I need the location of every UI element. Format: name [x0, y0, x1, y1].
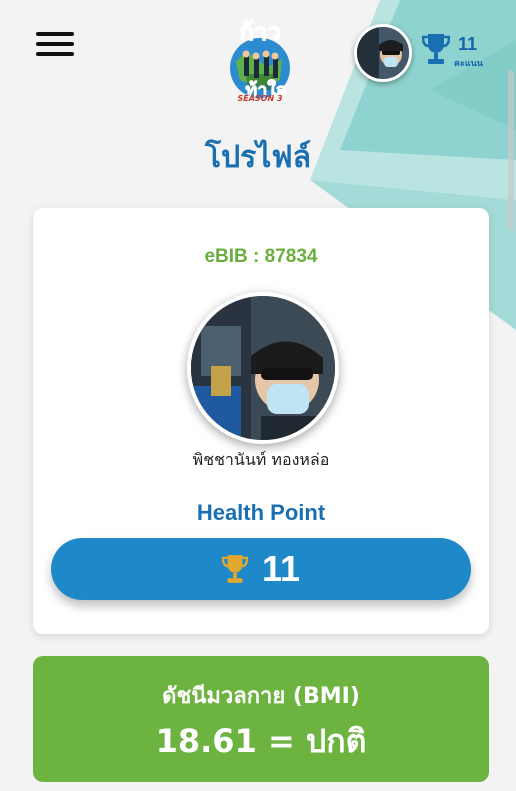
menu-icon[interactable] — [36, 32, 74, 56]
ebib-number: eBIB : 87834 — [204, 246, 318, 267]
user-name: พิชชานันท์ ทองหล่อ — [192, 450, 330, 469]
bmi-value: 18.61 = ปกติ — [155, 722, 367, 760]
logo-season-text: SEASON 3 — [237, 94, 283, 103]
app-logo: ก้าว ท้าใจ SEASON 3 — [218, 10, 302, 114]
profile-photo[interactable] — [187, 292, 339, 444]
header-score: 11 คะแนน — [421, 32, 492, 72]
header-score-value: 11 — [458, 34, 478, 54]
bmi-card: ดัชนีมวลกาย (BMI) 18.61 = ปกติ — [33, 656, 489, 782]
header-score-label: คะแนน — [454, 59, 483, 69]
svg-text:ก้าว: ก้าว — [239, 18, 280, 46]
trophy-icon — [421, 34, 451, 64]
health-point-label: Health Point — [196, 500, 326, 525]
bmi-title: ดัชนีมวลกาย (BMI) — [162, 684, 360, 709]
header-avatar[interactable] — [354, 24, 412, 82]
health-point-bar: 11 — [51, 538, 471, 600]
profile-card: eBIB : 87834 พิชชานันท์ ทองหล่อ Health P… — [33, 208, 489, 634]
page-title: โปรไฟล์ — [205, 140, 311, 175]
trophy-icon — [221, 555, 248, 583]
health-point-value: 11 — [261, 548, 301, 589]
